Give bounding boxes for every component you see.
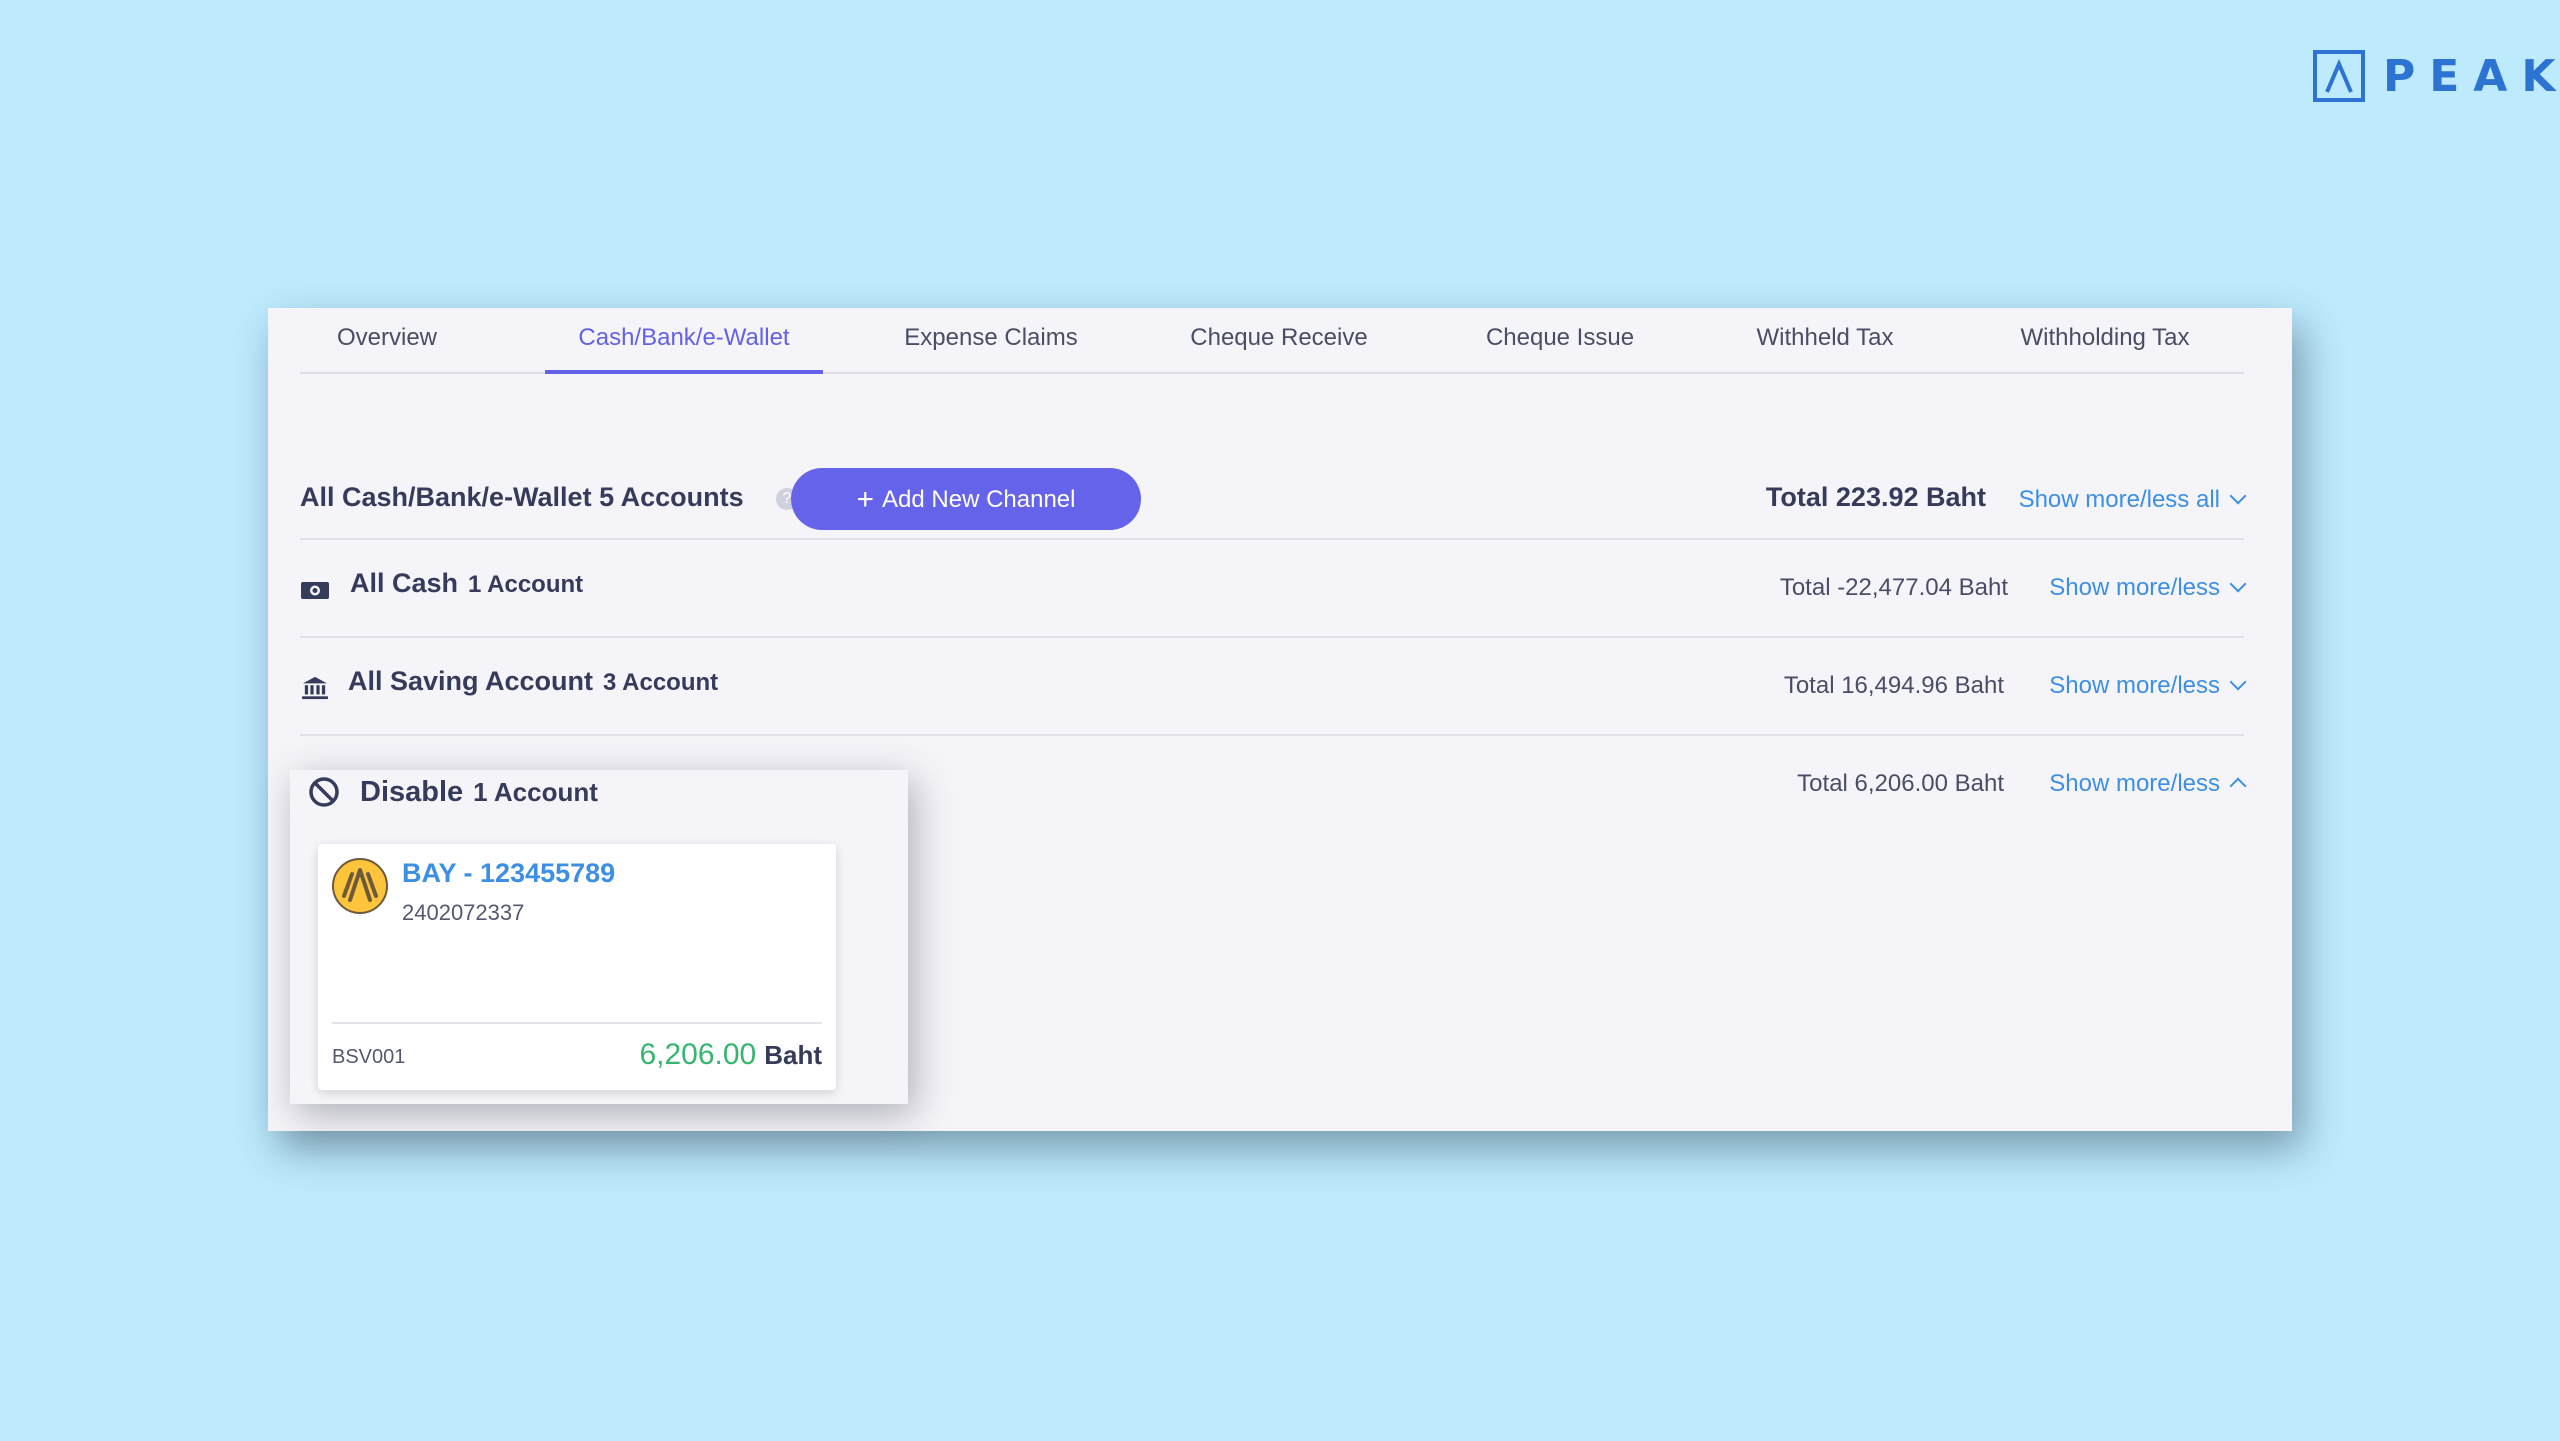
- chevron-up-icon: [2229, 777, 2247, 795]
- group-total-cash: Total -22,477.04 Baht: [1779, 574, 2008, 601]
- show-more-less-label: Show more/less: [2049, 672, 2220, 699]
- krungsri-logo-icon: [332, 858, 388, 914]
- accounts-summary-row: All Cash/Bank/e-Wallet 5 Accounts ? + Add…: [300, 468, 2247, 540]
- group-row-cash[interactable]: All Cash 1 Account Total -22,477.04 Baht …: [300, 540, 2247, 638]
- show-more-less-label: Show more/less: [2049, 770, 2220, 797]
- group-name-disable: Disable 1 Account: [360, 776, 598, 808]
- tab-cheque-receive[interactable]: Cheque Receive: [1139, 322, 1419, 372]
- group-row-saving[interactable]: All Saving Account 3 Account Total 16,494…: [300, 638, 2247, 736]
- disable-group-popup: Disable 1 Account BAY - 123455789 2402072…: [290, 770, 908, 1104]
- peak-logo: PEAK: [2313, 48, 2560, 104]
- group-name-saving: All Saving Account 3 Account: [348, 666, 719, 696]
- group-count-disable: 1 Account: [473, 777, 598, 807]
- add-new-channel-button[interactable]: + Add New Channel: [791, 468, 1141, 530]
- chevron-down-icon: [2229, 575, 2247, 593]
- tab-withheld-tax[interactable]: Withheld Tax: [1710, 322, 1940, 372]
- ban-icon: [309, 777, 339, 807]
- peak-logo-mark-icon: [2313, 50, 2365, 102]
- chevron-down-icon: [2229, 673, 2247, 691]
- summary-total: Total 223.92 Baht: [1765, 482, 1986, 512]
- account-card[interactable]: BAY - 123455789 2402072337 BSV001 6,206.…: [318, 844, 836, 1090]
- add-new-channel-label: Add New Channel: [882, 486, 1076, 513]
- account-name[interactable]: BAY - 123455789: [402, 858, 615, 889]
- bank-icon: [302, 676, 328, 700]
- group-total-disable: Total 6,206.00 Baht: [1797, 770, 2004, 797]
- account-code: BSV001: [332, 1046, 406, 1068]
- show-more-less-label: Show more/less: [2049, 574, 2220, 601]
- show-more-less-saving-link[interactable]: Show more/less: [2049, 672, 2247, 700]
- tab-bar: Overview Cash/Bank/e-Wallet Expense Clai…: [300, 308, 2244, 374]
- card-divider: [332, 1022, 822, 1024]
- group-total-saving: Total 16,494.96 Baht: [1783, 672, 2004, 699]
- show-more-less-cash-link[interactable]: Show more/less: [2049, 574, 2247, 602]
- cash-icon: [301, 582, 329, 599]
- show-more-less-all-link[interactable]: Show more/less all: [2018, 486, 2247, 514]
- chevron-down-icon: [2229, 487, 2247, 505]
- plus-icon: +: [856, 483, 875, 516]
- group-count-cash: 1 Account: [468, 571, 584, 598]
- group-name-cash: All Cash 1 Account: [350, 568, 584, 598]
- tab-expense-claims[interactable]: Expense Claims: [873, 322, 1109, 372]
- group-count-saving: 3 Account: [603, 669, 719, 696]
- tab-overview[interactable]: Overview: [300, 322, 474, 372]
- account-balance: 6,206.00 Baht: [639, 1038, 822, 1072]
- show-more-less-all-label: Show more/less all: [2018, 486, 2220, 513]
- tab-withholding-tax[interactable]: Withholding Tax: [1970, 322, 2240, 372]
- account-balance-amount: 6,206.00: [639, 1038, 757, 1071]
- show-more-less-disable-link[interactable]: Show more/less: [2049, 770, 2247, 798]
- summary-title: All Cash/Bank/e-Wallet 5 Accounts: [300, 482, 744, 512]
- account-balance-unit: Baht: [764, 1040, 822, 1070]
- peak-logo-text: PEAK: [2383, 50, 2560, 102]
- tab-cheque-issue[interactable]: Cheque Issue: [1440, 322, 1680, 372]
- tab-cash-bank-ewallet[interactable]: Cash/Bank/e-Wallet: [545, 322, 823, 374]
- account-number: 2402072337: [402, 900, 525, 925]
